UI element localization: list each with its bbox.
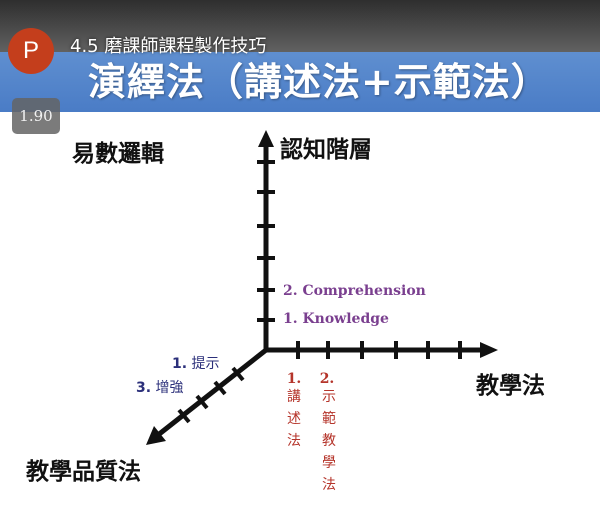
- z-item-text: 增強: [155, 380, 184, 396]
- z-item-number: 3.: [136, 380, 152, 396]
- x-item-demonstration: 示範教學法: [322, 389, 336, 493]
- y-level-comprehension: 2. Comprehension: [283, 283, 426, 299]
- z-item-number: 1.: [172, 356, 188, 372]
- z-item-reinforce: 3. 增強: [136, 377, 184, 397]
- y-axis-arrowhead: [258, 130, 274, 147]
- x-axis-label: 教學法: [476, 373, 545, 399]
- y-axis-label: 認知階層: [280, 137, 372, 163]
- z-item-text: 提示: [191, 356, 220, 372]
- z-axis-label: 教學品質法: [26, 459, 141, 485]
- x-axis-arrowhead: [480, 342, 498, 358]
- x-item-lecture: 講述法: [287, 389, 301, 449]
- z-item-hint: 1. 提示: [172, 353, 220, 373]
- y-level-knowledge: 1. Knowledge: [283, 311, 389, 327]
- logic-title: 易數邏輯: [72, 141, 164, 167]
- video-player: 演繹法（講述法+示範法） P 4.5 磨課師課程製作技巧 1.90 易數邏輯 認…: [0, 0, 600, 525]
